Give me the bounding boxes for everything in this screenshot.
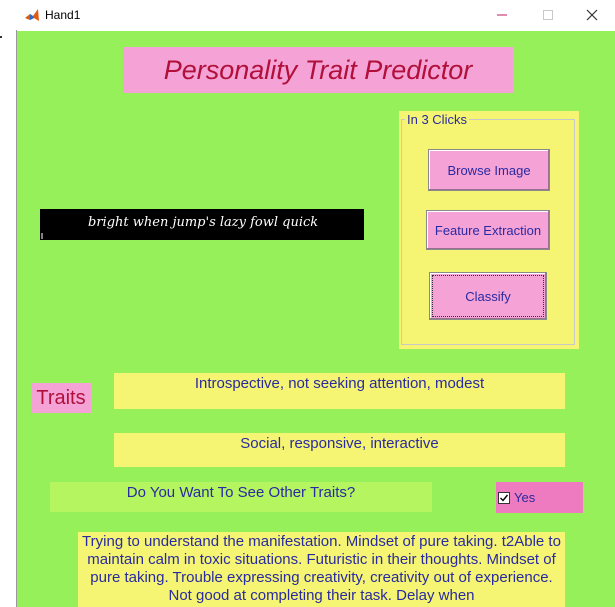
other-traits-text: Trying to understand the manifestation. … <box>78 532 565 607</box>
feature-extraction-button[interactable]: Feature Extraction <box>426 210 550 250</box>
title-bar: Hand1 <box>16 0 615 30</box>
traits-label: Traits <box>31 383 91 413</box>
browse-image-button[interactable]: Browse Image <box>428 149 550 191</box>
checkbox-square[interactable] <box>498 491 510 504</box>
maximize-icon <box>543 10 553 20</box>
figure-canvas: Personality Trait Predictor bright when … <box>16 31 615 607</box>
trait-result-1: Introspective, not seeking attention, mo… <box>114 373 565 409</box>
minimize-icon <box>497 14 507 16</box>
window-border <box>16 30 17 607</box>
classify-button[interactable]: Classify <box>429 272 547 320</box>
matlab-icon <box>24 7 40 23</box>
app-title: Personality Trait Predictor <box>163 54 473 85</box>
app-title-panel: Personality Trait Predictor <box>123 47 513 93</box>
steps-panel-label: In 3 Clicks <box>405 112 469 127</box>
trait-result-2: Social, responsive, interactive <box>114 433 565 467</box>
steps-panel: In 3 Clicks Browse Image Feature Extract… <box>399 111 579 349</box>
checkmark-icon <box>500 494 509 502</box>
handwriting-text: bright when jump's lazy fowl quick <box>88 215 318 230</box>
show-other-traits-checkbox[interactable]: Yes <box>496 482 583 513</box>
close-button[interactable] <box>569 0 615 30</box>
stray-dot <box>0 36 2 38</box>
other-traits-question: Do You Want To See Other Traits? <box>50 482 432 512</box>
maximize-button[interactable] <box>525 0 571 30</box>
handwriting-image: bright when jump's lazy fowl quick <box>40 209 364 240</box>
minimize-button[interactable] <box>479 0 525 30</box>
handwriting-svg: bright when jump's lazy fowl quick <box>41 215 318 239</box>
window-title: Hand1 <box>45 8 81 22</box>
app-window: Hand1 Personality Trait Predictor bright… <box>16 0 615 607</box>
checkbox-label: Yes <box>514 490 536 505</box>
close-icon <box>586 9 598 21</box>
